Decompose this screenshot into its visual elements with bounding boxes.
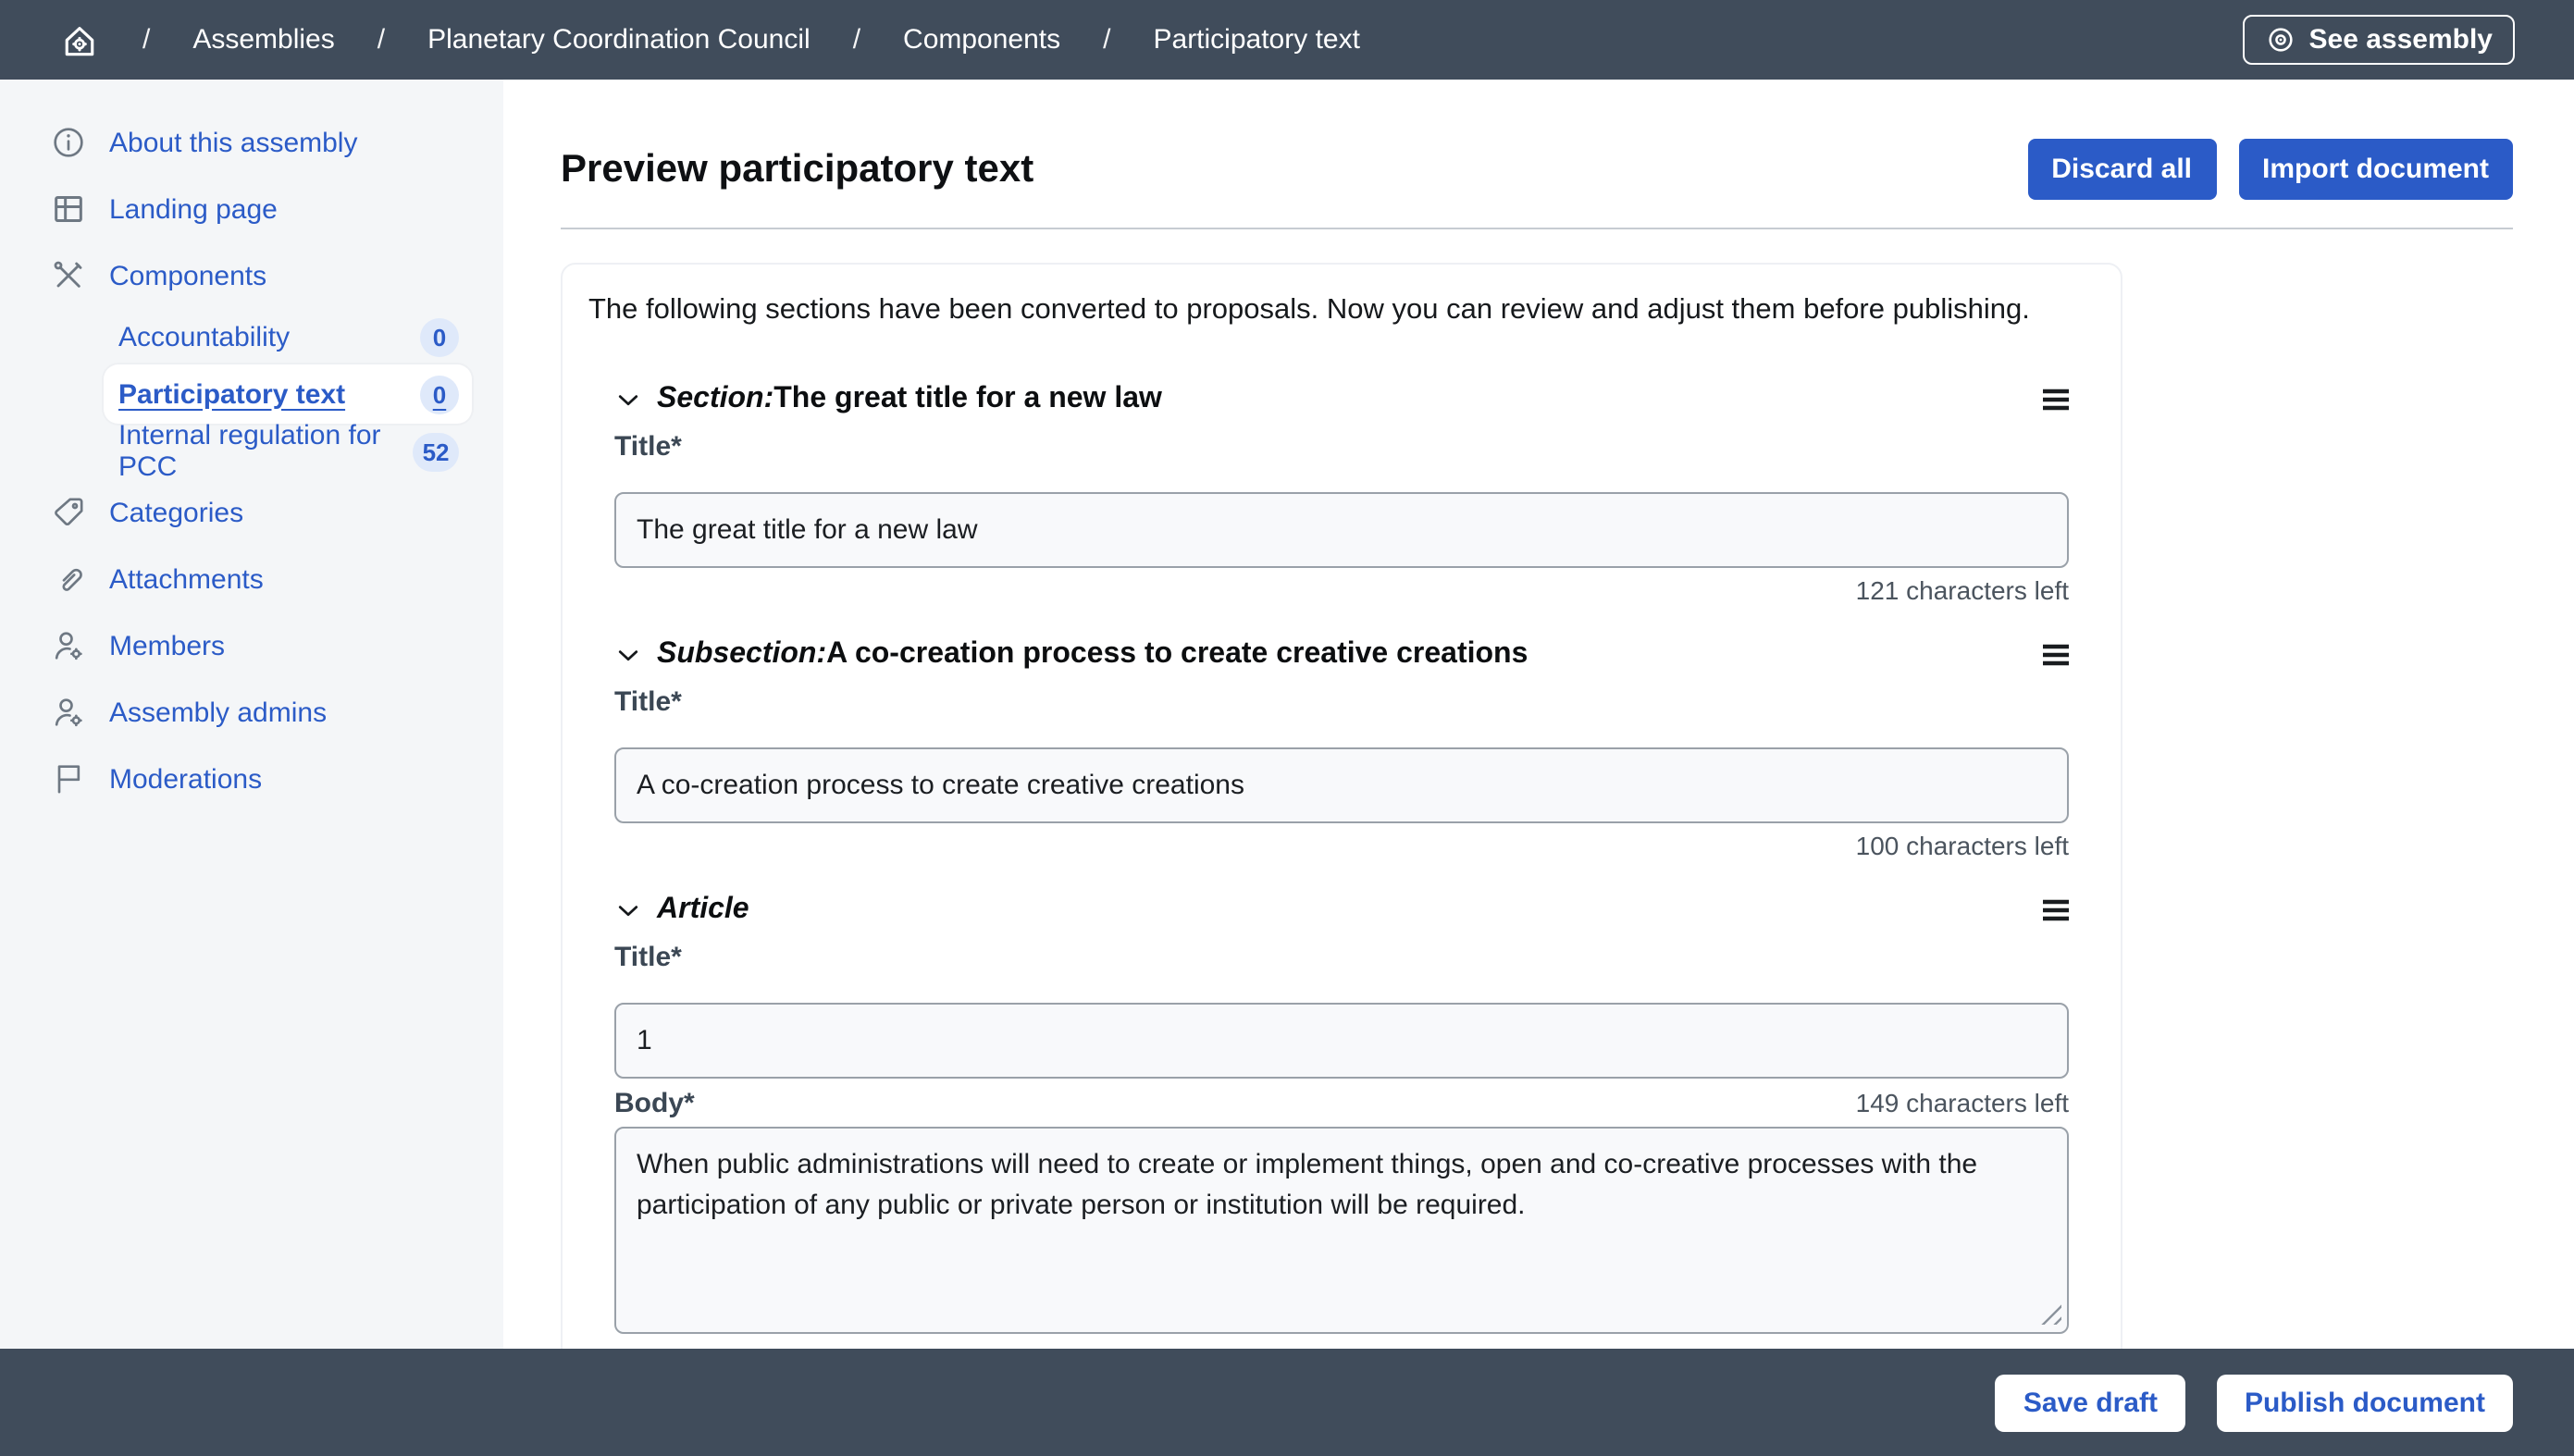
section-kind: Article [657, 894, 749, 927]
article-body-textarea[interactable]: When public administrations will need to… [614, 1127, 2069, 1334]
breadcrumb-separator: / [1103, 24, 1110, 56]
breadcrumb-components[interactable]: Components [903, 24, 1060, 56]
sidebar-item-label: Attachments [109, 563, 264, 595]
sidebar-item-label: Moderations [109, 763, 262, 795]
breadcrumb-separator: / [142, 24, 150, 56]
sidebar-item-categories[interactable]: Categories [0, 479, 503, 546]
sidebar-item-about[interactable]: About this assembly [0, 109, 503, 176]
count-badge: 52 [413, 432, 459, 471]
document-section: Subsection:A co-creation process to crea… [614, 635, 2069, 864]
sidebar-item-landing-page[interactable]: Landing page [0, 176, 503, 242]
section-title-input[interactable] [614, 492, 2069, 568]
home-gear-icon [59, 19, 100, 60]
flag-icon [50, 760, 87, 797]
section-kind: Section: [657, 383, 773, 416]
document-section: Section:The great title for a new law Ti… [614, 379, 2069, 609]
title-field-label: Title* [614, 431, 2069, 463]
sidebar: About this assembly Landing page [0, 80, 503, 1349]
title-field-label: Title* [614, 686, 2069, 718]
footer-bar: Save draft Publish document [0, 1349, 2574, 1456]
drag-handle-icon[interactable] [2043, 644, 2069, 666]
title-field-label: Title* [614, 942, 2069, 973]
article-title-input[interactable] [614, 1003, 2069, 1079]
sidebar-item-label: Landing page [109, 193, 278, 225]
intro-text: The following sections have been convert… [588, 290, 2095, 329]
sidebar-subitem-label: Accountability [118, 321, 290, 352]
section-title-input[interactable] [614, 747, 2069, 823]
see-assembly-button[interactable]: See assembly [2243, 15, 2516, 65]
sidebar-item-label: Categories [109, 497, 243, 528]
sidebar-item-label: About this assembly [109, 127, 357, 158]
sidebar-subitem-accountability[interactable]: Accountability 0 [104, 309, 472, 364]
chevron-down-icon[interactable] [614, 641, 642, 669]
count-badge: 0 [420, 317, 459, 356]
discard-all-button[interactable]: Discard all [2027, 139, 2216, 200]
publish-document-button[interactable]: Publish document [2217, 1374, 2513, 1431]
sidebar-subitem-label: Internal regulation for PCC [118, 420, 413, 483]
see-assembly-label: See assembly [2309, 24, 2494, 56]
home-button[interactable] [59, 19, 100, 60]
drag-handle-icon[interactable] [2043, 899, 2069, 921]
breadcrumb: / Assemblies / Planetary Coordination Co… [59, 19, 1360, 60]
tools-icon [50, 257, 87, 294]
section-heading: The great title for a new law [773, 383, 1162, 416]
sidebar-subitem-label: Participatory text [118, 378, 345, 410]
breadcrumb-separator: / [377, 24, 385, 56]
sidebar-subitem-internal-regulation[interactable]: Internal regulation for PCC 52 [104, 424, 472, 479]
sidebar-item-components[interactable]: Components [0, 242, 503, 309]
breadcrumb-assemblies[interactable]: Assemblies [192, 24, 334, 56]
import-document-button[interactable]: Import document [2238, 139, 2513, 200]
breadcrumb-assembly-name[interactable]: Planetary Coordination Council [427, 24, 811, 56]
sidebar-item-moderations[interactable]: Moderations [0, 746, 503, 812]
admin-app: / Assemblies / Planetary Coordination Co… [0, 0, 2574, 1456]
characters-left-counter: 149 characters left [1856, 1088, 2069, 1117]
preview-card: The following sections have been convert… [561, 263, 2122, 1349]
breadcrumb-current-page: Participatory text [1154, 24, 1360, 56]
document-section: Article Title* Body* 149 characters left [614, 890, 2069, 1334]
sidebar-item-label: Assembly admins [109, 697, 327, 728]
sidebar-item-label: Members [109, 630, 225, 661]
eye-icon [2265, 24, 2296, 56]
header-divider [561, 228, 2513, 229]
sidebar-subitem-participatory-text[interactable]: Participatory text 0 [104, 364, 472, 424]
section-heading: A co-creation process to create creative… [826, 638, 1528, 672]
sidebar-item-members[interactable]: Members [0, 612, 503, 679]
sidebar-item-assembly-admins[interactable]: Assembly admins [0, 679, 503, 746]
main-content: Preview participatory text Discard all I… [503, 80, 2574, 1349]
breadcrumb-separator: / [853, 24, 860, 56]
chevron-down-icon[interactable] [614, 896, 642, 924]
person-gear-icon [50, 694, 87, 731]
characters-left-counter: 121 characters left [1856, 575, 2069, 609]
page-title: Preview participatory text [561, 147, 1033, 191]
person-gear-icon [50, 627, 87, 664]
paperclip-icon [50, 561, 87, 598]
sidebar-item-attachments[interactable]: Attachments [0, 546, 503, 612]
count-badge: 0 [420, 375, 459, 413]
characters-left-counter: 100 characters left [1856, 831, 2069, 864]
landing-page-icon [50, 191, 87, 228]
body-field-label: Body* [614, 1087, 695, 1118]
components-subnav: Accountability 0 Participatory text 0 In… [0, 309, 503, 479]
top-bar: / Assemblies / Planetary Coordination Co… [0, 0, 2574, 80]
drag-handle-icon[interactable] [2043, 389, 2069, 411]
chevron-down-icon[interactable] [614, 386, 642, 413]
sidebar-item-label: Components [109, 260, 266, 291]
info-icon [50, 124, 87, 161]
save-draft-button[interactable]: Save draft [1996, 1374, 2185, 1431]
section-kind: Subsection: [657, 638, 826, 672]
tag-icon [50, 494, 87, 531]
